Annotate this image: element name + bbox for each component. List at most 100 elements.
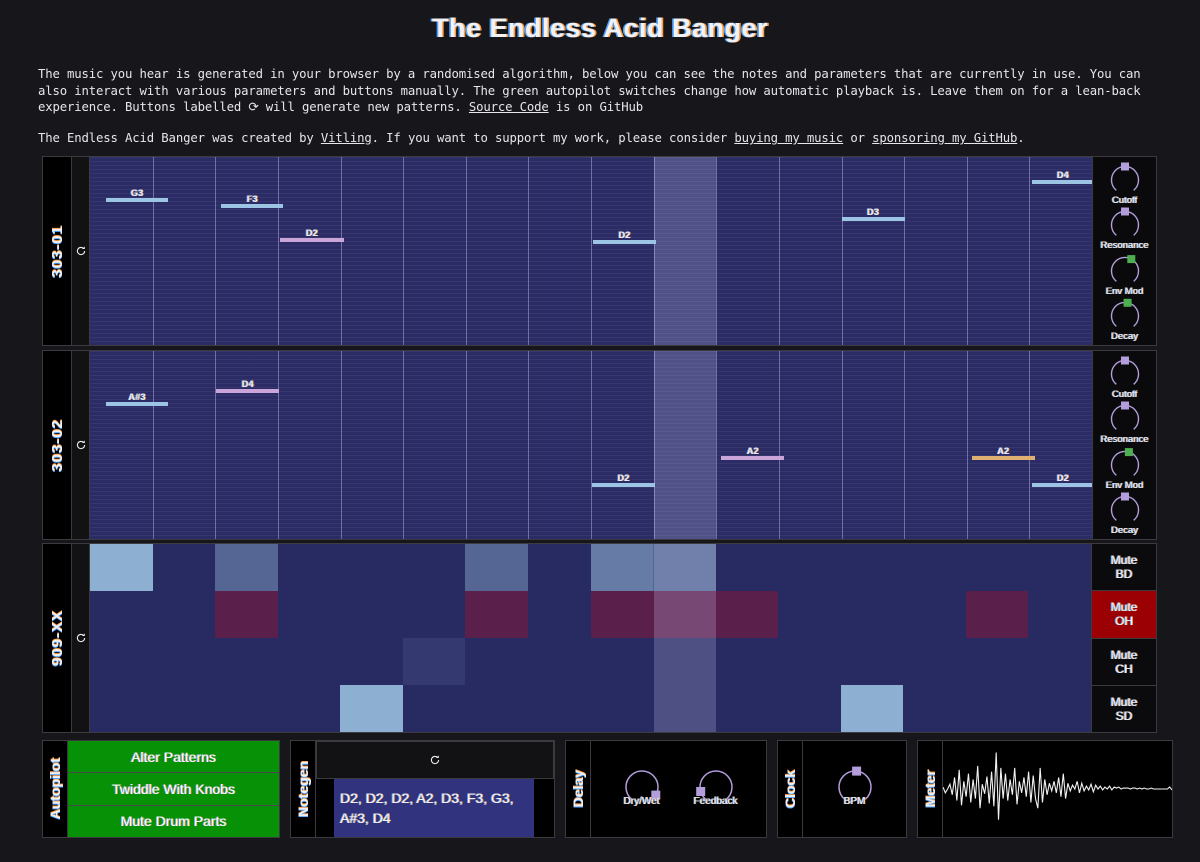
knob-dry-wet[interactable]: Dry/Wet	[611, 763, 673, 815]
bar-line	[841, 157, 843, 345]
drum-cell[interactable]	[215, 591, 278, 638]
drum-cell[interactable]	[840, 685, 904, 732]
mute-sd-button[interactable]: Mute SD	[1092, 685, 1156, 732]
piano-roll-303-01[interactable]: G3 F3 D2 D2 D3 D4	[90, 157, 1092, 345]
drum-cell[interactable]	[965, 591, 1029, 638]
bar-line	[966, 351, 968, 539]
buy-music-link[interactable]: buying my music	[734, 131, 843, 145]
drum-cell[interactable]	[465, 544, 528, 591]
notegen-panel: Notegen D2, D2, D2, A2, D3, F3, G3, A#3,…	[290, 740, 555, 838]
knob-env-mod[interactable]: Env Mod	[1098, 252, 1152, 297]
note-label: F3	[246, 194, 258, 204]
note-block[interactable]: A#3	[106, 392, 169, 406]
randomize-track-303-02-button[interactable]	[72, 351, 90, 539]
note-block[interactable]: D2	[280, 228, 344, 242]
note-block[interactable]: F3	[221, 194, 284, 208]
knob-cutoff[interactable]: Cutoff	[1098, 161, 1152, 206]
sponsor-github-link[interactable]: sponsoring my GitHub	[872, 131, 1017, 145]
refresh-icon: ⟳	[248, 100, 259, 115]
bar-line	[591, 157, 592, 345]
knob-resonance[interactable]: Resonance	[1098, 400, 1152, 446]
mute-label-top: Mute	[1110, 694, 1138, 709]
knob-label: Feedback	[693, 796, 738, 807]
bar-line	[841, 351, 843, 539]
notegen-note-list: D2, D2, D2, A2, D3, F3, G3, A#3, D4	[334, 779, 534, 837]
note-block[interactable]: D2	[592, 473, 656, 487]
bar-line	[340, 157, 342, 345]
drum-cell[interactable]	[590, 591, 654, 638]
track-label-303-01: 303-01	[43, 157, 72, 345]
notegen-left-pad	[316, 779, 334, 837]
notegen-label: Notegen	[291, 741, 316, 837]
randomize-notegen-button[interactable]	[316, 741, 554, 779]
bar-line	[904, 157, 906, 345]
drum-cell[interactable]	[340, 685, 403, 732]
drum-cell[interactable]	[402, 638, 466, 685]
note-block[interactable]: D4	[216, 379, 280, 393]
app-root: The Endless Acid Banger The music you he…	[0, 13, 1200, 862]
randomize-drums-button[interactable]	[72, 544, 90, 732]
knob-decay[interactable]: Decay	[1098, 491, 1152, 537]
note-block[interactable]: D2	[1031, 473, 1092, 487]
note-block[interactable]: A2	[721, 446, 785, 461]
knob-label: Env Mod	[1105, 479, 1144, 491]
autopilot-buttons: Alter Patterns Twiddle With Knobs Mute Dru…	[68, 741, 279, 837]
knob-decay[interactable]: Decay	[1098, 297, 1152, 342]
knob-bpm[interactable]: BPM	[824, 763, 886, 815]
bar-line	[778, 351, 780, 539]
note-label: A#3	[128, 391, 146, 402]
knob-label: Resonance	[1100, 434, 1149, 446]
delay-panel: Delay Dry/Wet Feedback	[565, 740, 767, 838]
knob-cutoff[interactable]: Cutoff	[1098, 355, 1152, 400]
refresh-icon	[76, 633, 85, 643]
intro-text-1b: will generate new patterns.	[258, 100, 469, 115]
note-block[interactable]: D2	[593, 230, 657, 244]
knob-label: Cutoff	[1111, 194, 1138, 206]
bar-lines	[90, 157, 1092, 345]
knob-resonance[interactable]: Resonance	[1098, 206, 1152, 251]
mute-ch-button[interactable]: Mute CH	[1092, 638, 1156, 686]
track-303-01: 303-01 G3 F3 D2 D2 D3 D4 Cutoff Resonance Env M…	[42, 156, 1157, 346]
note-label: A2	[746, 446, 759, 457]
autopilot-mute-drum-parts-button[interactable]: Mute Drum Parts	[68, 805, 279, 837]
mute-bd-button[interactable]: Mute BD	[1092, 544, 1156, 592]
mute-label-bottom: OH	[1115, 614, 1133, 629]
bar-line	[340, 351, 342, 539]
knob-label: Cutoff	[1111, 388, 1138, 400]
knob-label: Decay	[1111, 525, 1138, 537]
drum-cell[interactable]	[215, 544, 278, 591]
source-code-link[interactable]: Source Code	[469, 100, 549, 114]
piano-roll-303-02[interactable]: A#3 D4 D2 A2 A2 D2	[90, 351, 1092, 539]
drum-cell[interactable]	[590, 544, 654, 591]
bar-line	[966, 157, 968, 345]
notegen-right-pad	[534, 779, 554, 837]
note-label: D3	[867, 207, 880, 218]
intro-text-1c: is on GitHub	[548, 100, 643, 115]
note-block[interactable]: G3	[106, 188, 169, 203]
intro-paragraph-1: The music you hear is generated in your …	[38, 66, 1162, 116]
clock-knobs: BPM	[803, 741, 906, 837]
drum-cell[interactable]	[715, 591, 779, 638]
author-link[interactable]: Vitling	[321, 131, 372, 145]
autopilot-twiddle-with-knobs-button[interactable]: Twiddle With Knobs	[68, 773, 279, 806]
note-block[interactable]: A2	[971, 446, 1035, 461]
drum-grid[interactable]	[90, 544, 1091, 732]
bar-line	[528, 157, 530, 345]
knob-label: BPM	[843, 796, 866, 807]
playhead	[653, 544, 716, 732]
drum-cell[interactable]	[465, 591, 528, 638]
note-block[interactable]: D4	[1031, 170, 1092, 184]
bar-line	[403, 157, 405, 345]
knob-feedback[interactable]: Feedback	[685, 763, 747, 815]
mute-oh-button[interactable]: Mute OH	[1092, 591, 1156, 639]
knob-env-mod[interactable]: Env Mod	[1098, 446, 1152, 491]
meter-panel: Meter	[917, 740, 1173, 838]
note-block[interactable]: D3	[841, 207, 905, 222]
autopilot-alter-patterns-button[interactable]: Alter Patterns	[68, 741, 279, 774]
knob-panel-303-01: Cutoff Resonance Env Mod Decay	[1092, 157, 1156, 345]
drum-cell[interactable]	[90, 544, 153, 591]
intro-paragraph-2: The Endless Acid Banger was created by V…	[38, 130, 1162, 147]
randomize-track-303-01-button[interactable]	[72, 157, 90, 345]
knob-panel-303-02: Cutoff Resonance Env Mod Decay	[1092, 351, 1156, 539]
delay-knobs: Dry/Wet Feedback	[591, 741, 766, 837]
